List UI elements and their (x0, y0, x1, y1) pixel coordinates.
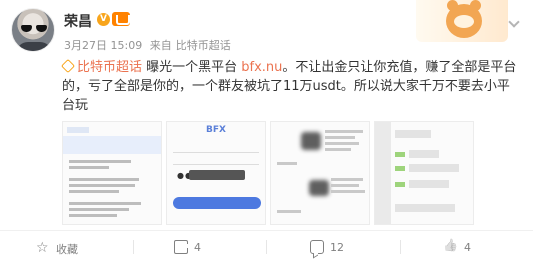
favorite-label: 收藏 (56, 243, 78, 256)
decoration-sticker (416, 0, 508, 42)
divider (400, 240, 401, 254)
vip-member-icon[interactable] (112, 12, 130, 26)
source-link[interactable]: 比特币超话 (176, 39, 231, 52)
like-button[interactable]: 4 (444, 241, 471, 255)
text-part-1: 曝光一个黑平台 (142, 60, 242, 75)
bfx-logo-text: BFX (206, 125, 226, 135)
comment-button[interactable]: 12 (310, 240, 344, 255)
post-text: 比特币超话 曝光一个黑平台 bfx.nu。不让出金只让你充值，赚了全部是平台的，… (62, 58, 522, 115)
star-icon (36, 240, 50, 256)
topic-link[interactable]: 比特币超话 (77, 60, 142, 75)
post-date[interactable]: 3月27日 15:09 (64, 39, 142, 52)
repost-count: 4 (194, 241, 201, 254)
divider (266, 240, 267, 254)
external-link[interactable]: bfx.nu (241, 60, 282, 75)
post-image-3[interactable] (270, 121, 370, 225)
post-image-1[interactable] (62, 121, 162, 225)
repost-button[interactable]: 4 (174, 240, 201, 255)
post-image-2[interactable]: BFX ●●●●●●●● (166, 121, 266, 225)
topic-diamond-icon (62, 60, 74, 72)
comment-icon (310, 240, 324, 254)
verified-badge-icon: V (97, 13, 110, 26)
like-count: 4 (464, 241, 471, 254)
repost-icon (174, 240, 190, 254)
author-name[interactable]: 荣昌 (64, 11, 92, 31)
source-prefix: 来自 (149, 39, 172, 52)
comment-count: 12 (330, 241, 344, 254)
image-strip: BFX ●●●●●●●● (62, 121, 474, 225)
like-icon (444, 240, 458, 254)
avatar[interactable] (11, 8, 55, 52)
action-bar: 收藏 4 12 4 (0, 230, 533, 263)
post-meta: 3月27日 15:09 来自 比特币超话 (64, 37, 235, 53)
divider (133, 240, 134, 254)
weibo-post-card: 荣昌 V 3月27日 15:09 来自 比特币超话 比特币超话 曝光一个黑平台 b… (0, 0, 533, 263)
favorite-button[interactable]: 收藏 (36, 240, 78, 257)
post-image-4[interactable] (374, 121, 474, 225)
chevron-down-icon[interactable] (508, 16, 520, 28)
